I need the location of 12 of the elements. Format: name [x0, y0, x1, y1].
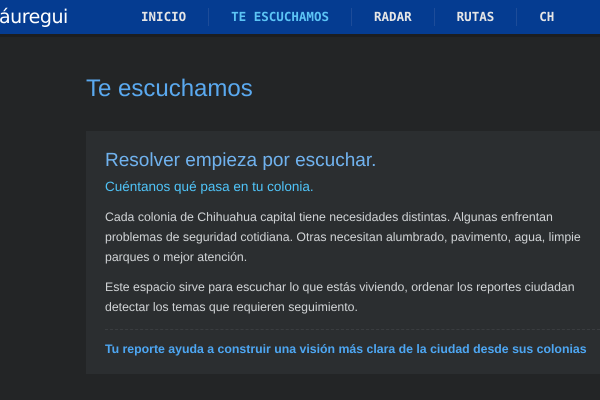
card-subtitle: Cuéntanos qué pasa en tu colonia.: [105, 178, 315, 196]
nav-link[interactable]: INICIO: [119, 8, 208, 26]
site-logo[interactable]: áuregui: [0, 2, 119, 32]
card-footer-note: Tu reporte ayuda a construir una visión más clara de la ciudad desde sus colonias: [105, 341, 588, 358]
body-paragraph: Este espacio sirve para escuchar lo que estás viviendo, ordenar los reportes ciudadan detectar los temas que requieren seguimiento.: [105, 279, 576, 316]
nav-link[interactable]: TE ESCUCHAMOS: [209, 8, 351, 26]
nav-link[interactable]: RUTAS: [434, 8, 516, 26]
body-paragraph: Cada colonia de Chihuahua capital tiene necesidades distintas. Algunas enfrentan problemas de seguridad cotidiana. Otras necesitan alumbrado, pavimento, agua, limpie parques o mejor atención.: [105, 209, 582, 266]
page-title: Te escuchamos: [86, 77, 254, 101]
card-title: Resolver empieza por escuchar.: [105, 149, 378, 173]
nav-link[interactable]: RADAR: [352, 8, 434, 26]
nav-link[interactable]: CH: [517, 8, 576, 26]
